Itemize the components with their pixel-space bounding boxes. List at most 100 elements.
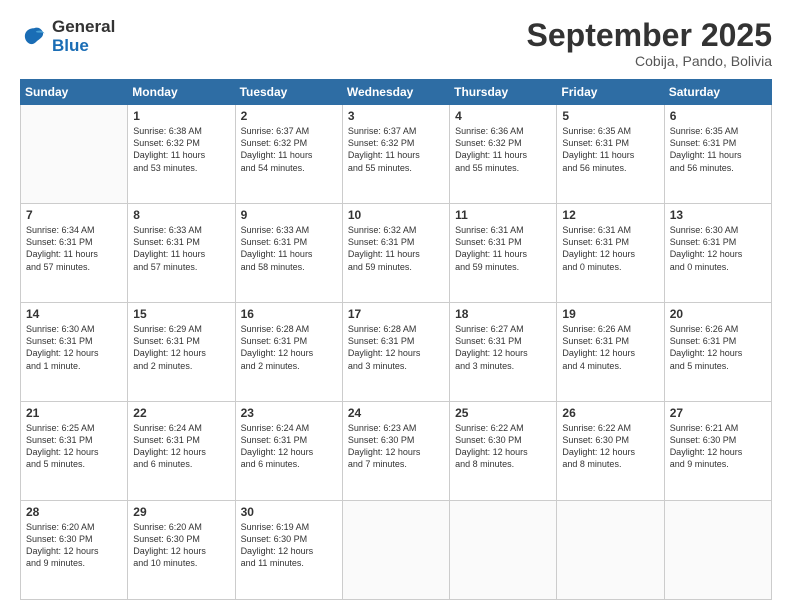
day-info: Sunrise: 6:27 AM Sunset: 6:31 PM Dayligh… <box>455 323 551 372</box>
day-number: 12 <box>562 208 658 222</box>
calendar-table: SundayMondayTuesdayWednesdayThursdayFrid… <box>20 79 772 600</box>
day-info: Sunrise: 6:19 AM Sunset: 6:30 PM Dayligh… <box>241 521 337 570</box>
logo: General Blue <box>20 18 115 55</box>
day-info: Sunrise: 6:30 AM Sunset: 6:31 PM Dayligh… <box>670 224 766 273</box>
day-number: 27 <box>670 406 766 420</box>
day-number: 25 <box>455 406 551 420</box>
day-number: 21 <box>26 406 122 420</box>
day-info: Sunrise: 6:22 AM Sunset: 6:30 PM Dayligh… <box>562 422 658 471</box>
calendar-cell: 8 Sunrise: 6:33 AM Sunset: 6:31 PM Daylig… <box>128 204 235 303</box>
day-info: Sunrise: 6:37 AM Sunset: 6:32 PM Dayligh… <box>348 125 444 174</box>
calendar-week-2: 7Sunrise: 6:34 AM Sunset: 6:31 PM Daylig… <box>21 204 772 303</box>
day-number: 24 <box>348 406 444 420</box>
day-number: 9 <box>241 208 337 222</box>
calendar-cell: 21 Sunrise: 6:25 AM Sunset: 6:31 PM Dayli… <box>21 402 128 501</box>
day-info: Sunrise: 6:21 AM Sunset: 6:30 PM Dayligh… <box>670 422 766 471</box>
calendar-cell: 1 Sunrise: 6:38 AM Sunset: 6:32 PM Daylig… <box>128 105 235 204</box>
day-info: Sunrise: 6:36 AM Sunset: 6:32 PM Dayligh… <box>455 125 551 174</box>
calendar-cell <box>21 105 128 204</box>
day-number: 28 <box>26 505 122 519</box>
calendar-cell: 11 Sunrise: 6:31 AM Sunset: 6:31 PM Dayli… <box>450 204 557 303</box>
day-info: Sunrise: 6:26 AM Sunset: 6:31 PM Dayligh… <box>562 323 658 372</box>
day-number: 15 <box>133 307 229 321</box>
calendar-cell: 25 Sunrise: 6:22 AM Sunset: 6:30 PM Dayli… <box>450 402 557 501</box>
calendar-week-5: 28 Sunrise: 6:20 AM Sunset: 6:30 PM Dayli… <box>21 501 772 600</box>
day-info: Sunrise: 6:25 AM Sunset: 6:31 PM Dayligh… <box>26 422 122 471</box>
page: General Blue September 2025 Cobija, Pand… <box>0 0 792 612</box>
calendar-cell: 12 Sunrise: 6:31 AM Sunset: 6:31 PM Dayli… <box>557 204 664 303</box>
day-info: Sunrise: 6:33 AM Sunset: 6:31 PM Dayligh… <box>133 224 229 273</box>
calendar-cell: 5 Sunrise: 6:35 AM Sunset: 6:31 PM Daylig… <box>557 105 664 204</box>
calendar-cell: 20Sunrise: 6:26 AM Sunset: 6:31 PM Dayli… <box>664 303 771 402</box>
calendar-body: 1 Sunrise: 6:38 AM Sunset: 6:32 PM Daylig… <box>21 105 772 600</box>
calendar-cell: 17Sunrise: 6:28 AM Sunset: 6:31 PM Dayli… <box>342 303 449 402</box>
logo-icon <box>20 23 48 51</box>
calendar-cell: 28Sunrise: 6:20 AM Sunset: 6:30 PM Dayli… <box>21 501 128 600</box>
calendar-cell: 4 Sunrise: 6:36 AM Sunset: 6:32 PM Daylig… <box>450 105 557 204</box>
title-block: September 2025 Cobija, Pando, Bolivia <box>527 18 772 69</box>
day-number: 26 <box>562 406 658 420</box>
day-number: 4 <box>455 109 551 123</box>
calendar-cell <box>450 501 557 600</box>
weekday-header-friday: Friday <box>557 80 664 105</box>
calendar-cell <box>342 501 449 600</box>
calendar-cell: 16 Sunrise: 6:28 AM Sunset: 6:31 PM Dayli… <box>235 303 342 402</box>
calendar-cell: 29 Sunrise: 6:20 AM Sunset: 6:30 PM Dayli… <box>128 501 235 600</box>
day-info: Sunrise: 6:31 AM Sunset: 6:31 PM Dayligh… <box>562 224 658 273</box>
day-number: 11 <box>455 208 551 222</box>
day-number: 13 <box>670 208 766 222</box>
calendar-cell: 3 Sunrise: 6:37 AM Sunset: 6:32 PM Daylig… <box>342 105 449 204</box>
day-number: 18 <box>455 307 551 321</box>
day-number: 1 <box>133 109 229 123</box>
day-info: Sunrise: 6:31 AM Sunset: 6:31 PM Dayligh… <box>455 224 551 273</box>
day-info: Sunrise: 6:23 AM Sunset: 6:30 PM Dayligh… <box>348 422 444 471</box>
day-info: Sunrise: 6:28 AM Sunset: 6:31 PM Dayligh… <box>348 323 444 372</box>
calendar-week-3: 14Sunrise: 6:30 AM Sunset: 6:31 PM Dayli… <box>21 303 772 402</box>
day-number: 16 <box>241 307 337 321</box>
calendar-cell: 23Sunrise: 6:24 AM Sunset: 6:31 PM Dayli… <box>235 402 342 501</box>
day-number: 19 <box>562 307 658 321</box>
day-number: 29 <box>133 505 229 519</box>
calendar-cell: 15 Sunrise: 6:29 AM Sunset: 6:31 PM Dayli… <box>128 303 235 402</box>
calendar-cell: 2Sunrise: 6:37 AM Sunset: 6:32 PM Daylig… <box>235 105 342 204</box>
day-number: 3 <box>348 109 444 123</box>
calendar-cell: 27 Sunrise: 6:21 AM Sunset: 6:30 PM Dayli… <box>664 402 771 501</box>
calendar-cell: 18 Sunrise: 6:27 AM Sunset: 6:31 PM Dayli… <box>450 303 557 402</box>
calendar-cell: 10Sunrise: 6:32 AM Sunset: 6:31 PM Dayli… <box>342 204 449 303</box>
calendar-cell: 9 Sunrise: 6:33 AM Sunset: 6:31 PM Daylig… <box>235 204 342 303</box>
weekday-header-wednesday: Wednesday <box>342 80 449 105</box>
day-number: 8 <box>133 208 229 222</box>
calendar-cell: 26 Sunrise: 6:22 AM Sunset: 6:30 PM Dayli… <box>557 402 664 501</box>
day-info: Sunrise: 6:28 AM Sunset: 6:31 PM Dayligh… <box>241 323 337 372</box>
day-number: 14 <box>26 307 122 321</box>
calendar-cell <box>664 501 771 600</box>
calendar-week-1: 1 Sunrise: 6:38 AM Sunset: 6:32 PM Daylig… <box>21 105 772 204</box>
calendar-cell: 13 Sunrise: 6:30 AM Sunset: 6:31 PM Dayli… <box>664 204 771 303</box>
weekday-header-saturday: Saturday <box>664 80 771 105</box>
day-number: 30 <box>241 505 337 519</box>
calendar-cell: 24 Sunrise: 6:23 AM Sunset: 6:30 PM Dayli… <box>342 402 449 501</box>
calendar-cell <box>557 501 664 600</box>
day-info: Sunrise: 6:26 AM Sunset: 6:31 PM Dayligh… <box>670 323 766 372</box>
weekday-header-tuesday: Tuesday <box>235 80 342 105</box>
day-info: Sunrise: 6:22 AM Sunset: 6:30 PM Dayligh… <box>455 422 551 471</box>
weekday-header-thursday: Thursday <box>450 80 557 105</box>
day-info: Sunrise: 6:29 AM Sunset: 6:31 PM Dayligh… <box>133 323 229 372</box>
month-title: September 2025 <box>527 18 772 53</box>
day-number: 5 <box>562 109 658 123</box>
location-subtitle: Cobija, Pando, Bolivia <box>527 53 772 69</box>
calendar-week-4: 21 Sunrise: 6:25 AM Sunset: 6:31 PM Dayli… <box>21 402 772 501</box>
day-info: Sunrise: 6:35 AM Sunset: 6:31 PM Dayligh… <box>670 125 766 174</box>
day-info: Sunrise: 6:20 AM Sunset: 6:30 PM Dayligh… <box>133 521 229 570</box>
calendar-cell: 30 Sunrise: 6:19 AM Sunset: 6:30 PM Dayli… <box>235 501 342 600</box>
logo-line1: General <box>52 18 115 37</box>
day-info: Sunrise: 6:38 AM Sunset: 6:32 PM Dayligh… <box>133 125 229 174</box>
day-info: Sunrise: 6:35 AM Sunset: 6:31 PM Dayligh… <box>562 125 658 174</box>
header: General Blue September 2025 Cobija, Pand… <box>20 18 772 69</box>
logo-line2: Blue <box>52 37 115 56</box>
day-info: Sunrise: 6:24 AM Sunset: 6:31 PM Dayligh… <box>133 422 229 471</box>
day-info: Sunrise: 6:33 AM Sunset: 6:31 PM Dayligh… <box>241 224 337 273</box>
day-info: Sunrise: 6:37 AM Sunset: 6:32 PM Dayligh… <box>241 125 337 174</box>
calendar-cell: 7Sunrise: 6:34 AM Sunset: 6:31 PM Daylig… <box>21 204 128 303</box>
day-number: 22 <box>133 406 229 420</box>
